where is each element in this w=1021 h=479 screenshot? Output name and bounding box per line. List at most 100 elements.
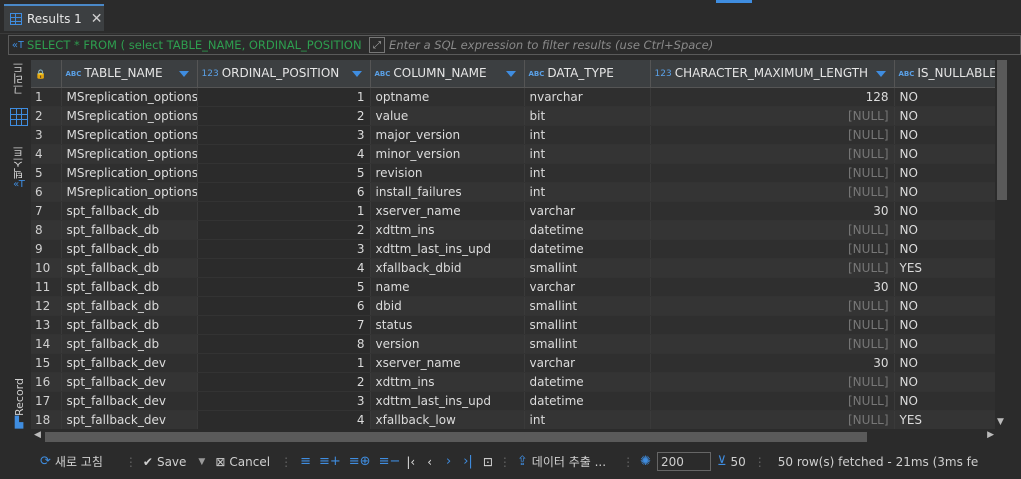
table-cell[interactable]: revision — [370, 163, 525, 183]
table-cell[interactable]: smallint — [524, 334, 651, 354]
table-cell[interactable]: 30 — [650, 353, 895, 373]
table-cell[interactable]: smallint — [524, 258, 651, 278]
table-cell[interactable]: xserver_name — [370, 201, 525, 221]
table-cell[interactable]: major_version — [370, 125, 525, 145]
table-cell[interactable]: datetime — [524, 220, 651, 240]
table-cell[interactable]: install_failures — [370, 182, 525, 202]
close-icon[interactable]: ✕ — [91, 11, 103, 27]
table-cell[interactable]: nvarchar — [524, 87, 651, 107]
table-cell[interactable]: [NULL] — [650, 182, 895, 202]
table-cell[interactable]: 5 — [197, 163, 371, 183]
table-cell[interactable]: NO — [894, 201, 995, 221]
table-cell[interactable]: spt_fallback_db — [61, 296, 198, 316]
settings-gear-icon[interactable]: ✺ — [640, 454, 651, 469]
table-row[interactable]: 12 spt_fallback_db 6 dbid smallint [NULL] NO — [31, 296, 995, 316]
table-cell[interactable]: 2 — [197, 372, 371, 392]
table-cell[interactable]: [NULL] — [650, 220, 895, 240]
table-cell[interactable]: 2 — [197, 220, 371, 240]
column-header[interactable]: 123 ORDINAL_POSITION — [197, 60, 371, 88]
scroll-left-icon[interactable]: ◀ — [34, 430, 41, 440]
previous-page-icon[interactable]: ‹ — [427, 455, 432, 469]
record-view-button[interactable]: Record ▙ — [9, 378, 29, 429]
sort-arrow-icon[interactable] — [875, 71, 886, 77]
table-cell[interactable]: [NULL] — [650, 334, 895, 354]
table-row[interactable]: 3 MSreplication_options 3 major_version int[… — [31, 125, 995, 145]
table-cell[interactable]: [NULL] — [650, 372, 895, 392]
scroll-right-icon[interactable]: ▶ — [987, 430, 994, 440]
vertical-scrollbar[interactable]: ▼ — [995, 60, 1009, 429]
table-cell[interactable]: 5 — [197, 277, 371, 297]
expand-icon[interactable]: ⤢ — [369, 37, 386, 53]
table-cell[interactable]: varchar — [524, 201, 651, 221]
table-row[interactable]: 9 spt_fallback_db 3 xdttm_last_ins_upd datet… — [31, 239, 995, 259]
save-button[interactable]: ✔ Save ▼ — [143, 455, 205, 469]
table-cell[interactable]: spt_fallback_db — [61, 201, 198, 221]
table-cell[interactable]: 4 — [197, 410, 371, 429]
table-cell[interactable]: datetime — [524, 391, 651, 411]
next-page-icon[interactable]: › — [446, 454, 451, 469]
table-cell[interactable]: spt_fallback_db — [61, 239, 198, 259]
table-cell[interactable]: MSreplication_options — [61, 106, 198, 126]
filter-input[interactable]: Enter a SQL expression to filter results… — [389, 38, 713, 52]
table-cell[interactable]: spt_fallback_dev — [61, 410, 198, 429]
table-cell[interactable]: NO — [894, 239, 995, 259]
table-cell[interactable]: optname — [370, 87, 525, 107]
table-cell[interactable]: 4 — [197, 258, 371, 278]
table-row[interactable]: 17 spt_fallback_dev 3 xdttm_last_ins_upd dat… — [31, 391, 995, 411]
table-cell[interactable]: xdttm_ins — [370, 372, 525, 392]
table-cell[interactable]: [NULL] — [650, 163, 895, 183]
table-cell[interactable]: [NULL] — [650, 296, 895, 316]
table-row[interactable]: 5 MSreplication_options 5 revision int [NULL]… — [31, 163, 995, 183]
column-header[interactable]: 123 CHARACTER_MAXIMUM_LENGTH — [650, 60, 895, 88]
table-cell[interactable]: version — [370, 334, 525, 354]
table-cell[interactable]: datetime — [524, 372, 651, 392]
table-cell[interactable]: dbid — [370, 296, 525, 316]
table-cell[interactable]: int — [524, 125, 651, 145]
table-cell[interactable]: 3 — [197, 391, 371, 411]
table-cell[interactable]: int — [524, 144, 651, 164]
table-cell[interactable]: xfallback_dbid — [370, 258, 525, 278]
table-cell[interactable]: MSreplication_options — [61, 87, 198, 107]
table-cell[interactable]: 128 — [650, 87, 895, 107]
table-cell[interactable]: NO — [894, 353, 995, 373]
first-page-icon[interactable]: |‹ — [406, 455, 415, 469]
column-header[interactable]: ABC TABLE_NAME — [61, 60, 198, 88]
table-cell[interactable]: MSreplication_options — [61, 125, 198, 145]
table-row[interactable]: 16 spt_fallback_dev 2 xdttm_ins datetime [NUL… — [31, 372, 995, 392]
table-cell[interactable]: 1 — [197, 201, 371, 221]
table-cell[interactable]: 3 — [197, 125, 371, 145]
table-cell[interactable]: 30 — [650, 277, 895, 297]
column-header[interactable]: ABC DATA_TYPE — [524, 60, 651, 88]
copy-row-icon[interactable]: ≡⊕ — [349, 454, 371, 469]
scroll-down-icon[interactable]: ▼ — [997, 417, 1004, 427]
table-row[interactable]: 11 spt_fallback_db 5 name varchar 30 NO — [31, 277, 995, 297]
table-row[interactable]: 18 spt_fallback_dev 4 xfallback_low int [NULL… — [31, 410, 995, 429]
table-cell[interactable]: NO — [894, 106, 995, 126]
fetch-size-icon[interactable]: ⊻ — [717, 454, 727, 469]
table-row[interactable]: 2 MSreplication_options 2 value bit [NULL] NO — [31, 106, 995, 126]
edit-row-icon[interactable]: ≡ — [300, 454, 311, 469]
table-row[interactable]: 6 MSreplication_options 6 install_failures i… — [31, 182, 995, 202]
table-cell[interactable]: spt_fallback_dev — [61, 372, 198, 392]
sort-arrow-icon[interactable] — [351, 71, 362, 77]
table-cell[interactable]: NO — [894, 391, 995, 411]
table-cell[interactable]: int — [524, 182, 651, 202]
table-row[interactable]: 15 spt_fallback_dev 1 xserver_name varchar 30… — [31, 353, 995, 373]
add-row-icon[interactable]: ≡+ — [319, 454, 341, 469]
last-page-icon[interactable]: ›| — [463, 454, 473, 469]
table-cell[interactable]: 30 — [650, 201, 895, 221]
table-cell[interactable]: NO — [894, 315, 995, 335]
table-cell[interactable]: NO — [894, 125, 995, 145]
grid-view-button[interactable]: 그리드 — [9, 62, 29, 95]
table-cell[interactable]: value — [370, 106, 525, 126]
table-cell[interactable]: NO — [894, 372, 995, 392]
text-view-button[interactable]: 텍스트 «T — [9, 146, 29, 190]
table-cell[interactable]: minor_version — [370, 144, 525, 164]
table-row[interactable]: 4 MSreplication_options 4 minor_version int[… — [31, 144, 995, 164]
table-cell[interactable]: spt_fallback_db — [61, 258, 198, 278]
table-cell[interactable]: xfallback_low — [370, 410, 525, 429]
table-cell[interactable]: [NULL] — [650, 258, 895, 278]
table-cell[interactable]: NO — [894, 182, 995, 202]
table-cell[interactable]: status — [370, 315, 525, 335]
table-cell[interactable]: 6 — [197, 182, 371, 202]
